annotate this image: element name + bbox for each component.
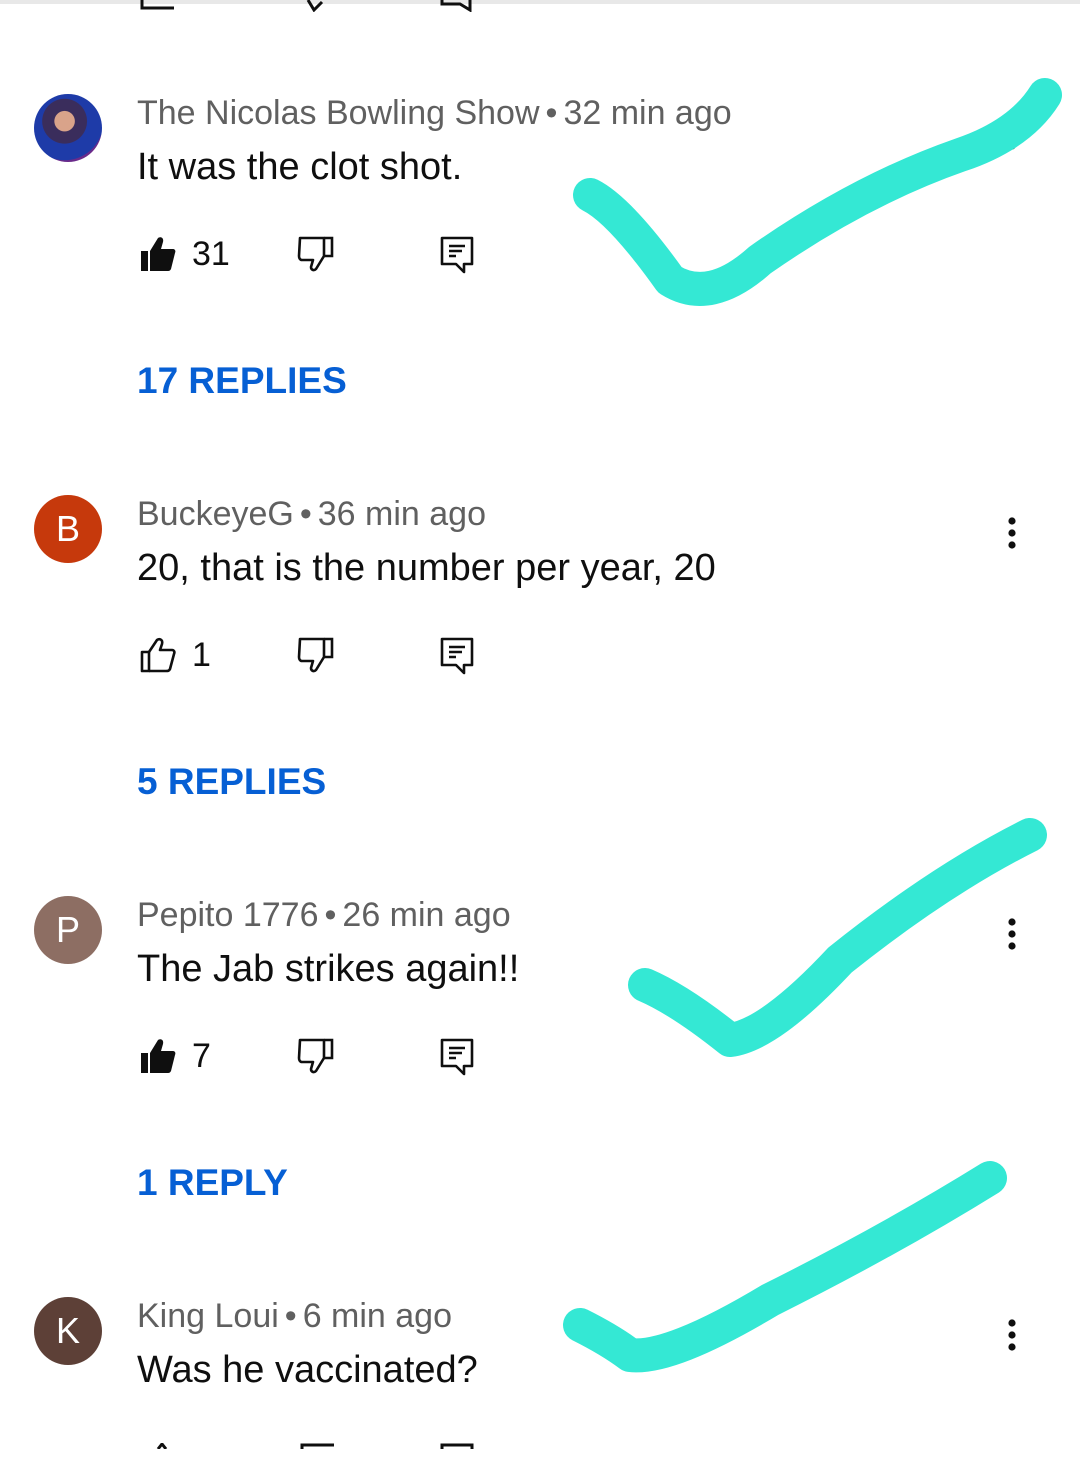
comment-meta: King Loui • 6 min ago <box>137 1297 452 1336</box>
like-count: 1 <box>192 636 211 674</box>
comment-time[interactable]: 32 min ago <box>563 94 731 132</box>
thumbs-down-icon[interactable] <box>296 1036 336 1076</box>
comment-item: B BuckeyeG • 36 min ago 20, that is the nu… <box>0 495 1080 875</box>
author-name[interactable]: BuckeyeG <box>137 495 294 533</box>
comment-text: The Jab strikes again!! <box>137 948 520 990</box>
meta-separator: • <box>284 1297 297 1335</box>
reply-comment-icon-partial[interactable] <box>440 0 474 12</box>
comment-text: 20, that is the number per year, 20 <box>137 547 716 589</box>
reply-comment-icon[interactable] <box>438 234 478 274</box>
comment-text: Was he vaccinated? <box>137 1349 478 1391</box>
thumbs-up-icon[interactable] <box>138 635 178 675</box>
more-vertical-icon[interactable] <box>990 112 1034 156</box>
comment-meta: The Nicolas Bowling Show • 32 min ago <box>137 94 732 133</box>
thumbs-up-icon-partial[interactable] <box>150 1443 174 1449</box>
thumbs-down-icon-partial[interactable] <box>300 1443 336 1449</box>
meta-separator: • <box>324 896 337 934</box>
comment-time[interactable]: 26 min ago <box>342 896 510 934</box>
comment-item: K King Loui • 6 min ago Was he vaccinated? <box>0 1297 1080 1482</box>
reply-comment-icon[interactable] <box>438 635 478 675</box>
more-vertical-icon[interactable] <box>990 511 1034 555</box>
thumbs-up-icon[interactable] <box>138 1036 178 1076</box>
author-name[interactable]: Pepito 1776 <box>137 896 319 934</box>
more-vertical-icon[interactable] <box>990 1313 1034 1357</box>
reply-comment-icon[interactable] <box>438 1036 478 1076</box>
author-name[interactable]: The Nicolas Bowling Show <box>137 94 540 132</box>
thumbs-down-icon-partial[interactable] <box>300 0 330 12</box>
comment-item: P Pepito 1776 • 26 min ago The Jab strikes… <box>0 896 1080 1276</box>
thumbs-down-icon[interactable] <box>296 234 336 274</box>
avatar[interactable]: B <box>34 495 102 563</box>
thumbs-up-icon[interactable] <box>138 234 178 274</box>
comment-item: The Nicolas Bowling Show • 32 min ago It w… <box>0 94 1080 474</box>
author-name[interactable]: King Loui <box>137 1297 279 1335</box>
thumbs-up-icon-partial[interactable] <box>140 0 176 10</box>
thumbs-down-icon[interactable] <box>296 635 336 675</box>
avatar[interactable] <box>34 94 102 162</box>
meta-separator: • <box>299 495 312 533</box>
comment-meta: Pepito 1776 • 26 min ago <box>137 896 511 935</box>
meta-separator: • <box>545 94 558 132</box>
like-count: 7 <box>192 1037 211 1075</box>
reply-comment-icon-partial[interactable] <box>440 1443 474 1449</box>
avatar[interactable]: K <box>34 1297 102 1365</box>
replies-link[interactable]: 5 REPLIES <box>137 761 326 803</box>
comment-time[interactable]: 36 min ago <box>318 495 486 533</box>
avatar[interactable]: P <box>34 896 102 964</box>
comment-text: It was the clot shot. <box>137 146 463 188</box>
replies-link[interactable]: 1 REPLY <box>137 1162 288 1204</box>
more-vertical-icon[interactable] <box>990 912 1034 956</box>
comment-meta: BuckeyeG • 36 min ago <box>137 495 486 534</box>
comment-time[interactable]: 6 min ago <box>303 1297 452 1335</box>
like-count: 31 <box>192 235 230 273</box>
replies-link[interactable]: 17 REPLIES <box>137 360 347 402</box>
